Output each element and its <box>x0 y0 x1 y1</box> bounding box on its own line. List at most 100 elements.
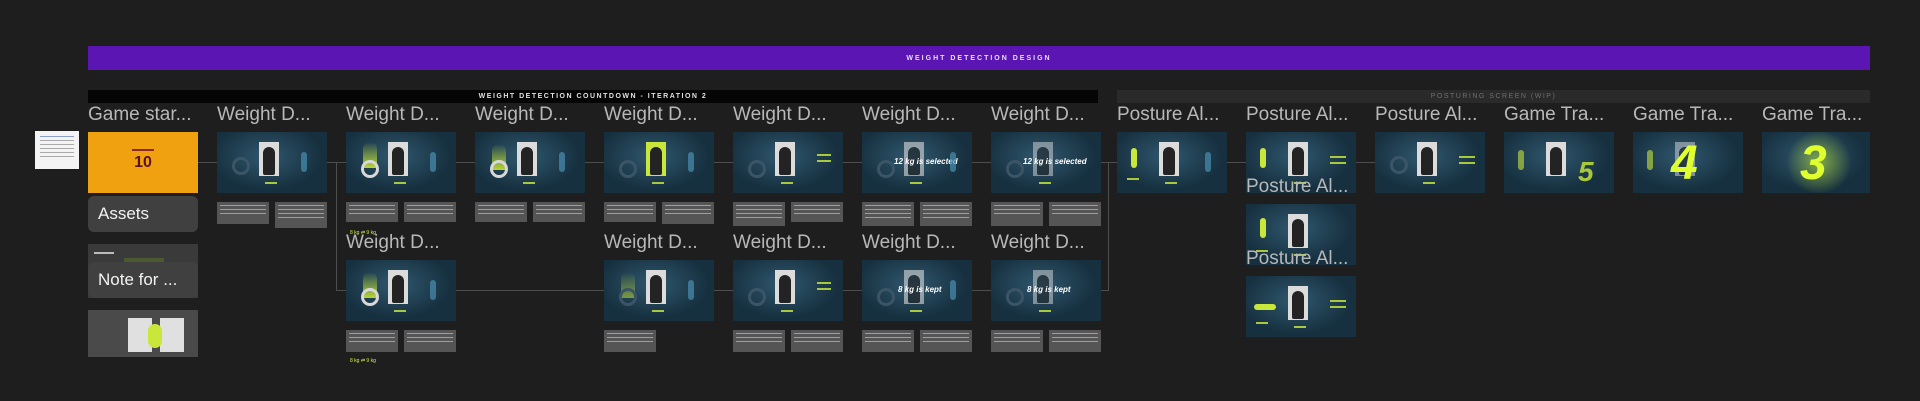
frame-label[interactable]: Weight D... <box>217 104 329 126</box>
countdown-section-header: WEIGHT DETECTION COUNTDOWN - ITERATION 2 <box>88 90 1098 103</box>
frame-label[interactable]: Weight D... <box>475 104 587 126</box>
note-card[interactable] <box>533 202 585 222</box>
frame-label[interactable]: Game Tra... <box>1762 104 1874 126</box>
note-card[interactable] <box>991 330 1043 352</box>
frame-label[interactable]: Game Tra... <box>1633 104 1745 126</box>
note-card[interactable] <box>404 202 456 222</box>
countdown-number: 5 <box>1578 156 1594 187</box>
connector <box>972 290 991 291</box>
note-card[interactable] <box>346 202 398 222</box>
frame-label[interactable]: Weight D... <box>346 232 458 254</box>
note-card[interactable] <box>862 330 914 352</box>
game-transition-frame[interactable]: 3 <box>1762 132 1870 193</box>
selection-overlay-text: 8 kg is kept <box>1027 285 1071 294</box>
connector <box>1356 162 1375 163</box>
weight-detection-frame[interactable] <box>604 132 714 193</box>
weight-detection-frame[interactable] <box>604 260 714 321</box>
note-card[interactable] <box>920 202 972 226</box>
posturing-section-title: POSTURING SCREEN (WIP) <box>1430 93 1557 100</box>
weight-detection-design-banner: WEIGHT DETECTION DESIGN <box>88 46 1870 70</box>
countdown-number: 4 <box>1671 137 1698 190</box>
connector <box>1108 162 1109 290</box>
connector <box>1101 162 1117 163</box>
connector <box>336 290 346 291</box>
weight-value: 9 kg <box>366 358 376 364</box>
note-card[interactable] <box>1049 330 1101 352</box>
frame-label[interactable]: Weight D... <box>991 232 1103 254</box>
posturing-section-header: POSTURING SCREEN (WIP) <box>1117 90 1870 103</box>
game-start-frame-label[interactable]: Game star... <box>88 104 200 126</box>
selection-overlay-text: 12 kg is selected <box>894 157 958 166</box>
countdown-number: 3 <box>1800 137 1827 190</box>
note-card[interactable] <box>404 330 456 352</box>
weight-legend: 8 kg ⇄ 9 kg <box>350 358 376 364</box>
game-start-frame[interactable]: 10 <box>88 132 198 193</box>
weight-detection-frame[interactable]: 12 kg is selected <box>862 132 972 193</box>
frame-label[interactable]: Weight D... <box>991 104 1103 126</box>
note-card[interactable] <box>920 330 972 352</box>
note-card[interactable] <box>991 202 1043 226</box>
note-preview[interactable] <box>88 310 198 357</box>
frame-label[interactable]: Weight D... <box>604 232 716 254</box>
connector <box>843 162 862 163</box>
frame-label[interactable]: Posture Al... <box>1246 104 1358 126</box>
note-card[interactable] <box>733 330 785 352</box>
weight-detection-frame[interactable] <box>733 260 843 321</box>
connector <box>972 162 991 163</box>
selection-overlay-text: 8 kg is kept <box>898 285 942 294</box>
connector <box>456 290 604 291</box>
note-card[interactable] <box>733 202 785 226</box>
posture-alignment-frame[interactable] <box>1117 132 1227 193</box>
document-thumbnail[interactable] <box>35 131 79 169</box>
weight-value: 8 kg <box>350 358 360 364</box>
connector <box>336 162 337 290</box>
posture-alignment-frame[interactable] <box>1246 276 1356 337</box>
selection-overlay-text: 12 kg is selected <box>1023 157 1087 166</box>
connector <box>714 290 733 291</box>
weight-detection-frame[interactable]: 8 kg is kept <box>862 260 972 321</box>
connector <box>714 162 733 163</box>
connector <box>843 290 862 291</box>
frame-label[interactable]: Posture Al... <box>1246 176 1358 198</box>
connector <box>198 162 217 163</box>
note-card[interactable] <box>475 202 527 222</box>
frame-label[interactable]: Posture Al... <box>1246 248 1358 270</box>
countdown-section-title: WEIGHT DETECTION COUNTDOWN - ITERATION 2 <box>478 93 708 100</box>
frame-label[interactable]: Weight D... <box>862 232 974 254</box>
weight-detection-frame[interactable] <box>217 132 327 193</box>
weight-detection-frame[interactable] <box>346 132 456 193</box>
connector <box>585 162 604 163</box>
note-card[interactable] <box>791 202 843 222</box>
game-transition-frame[interactable]: 5 <box>1504 132 1614 193</box>
frame-label[interactable]: Weight D... <box>346 104 458 126</box>
frame-label[interactable]: Weight D... <box>733 104 845 126</box>
frame-label[interactable]: Weight D... <box>862 104 974 126</box>
game-transition-frame[interactable]: 4 <box>1633 132 1743 193</box>
connector <box>456 162 475 163</box>
frame-label[interactable]: Weight D... <box>733 232 845 254</box>
note-card[interactable] <box>346 330 398 352</box>
banner-title: WEIGHT DETECTION DESIGN <box>906 54 1052 62</box>
note-card[interactable] <box>604 202 656 222</box>
weight-detection-frame[interactable]: 12 kg is selected <box>991 132 1101 193</box>
frame-label[interactable]: Weight D... <box>604 104 716 126</box>
note-for-button[interactable]: Note for ... <box>88 262 198 298</box>
assets-button[interactable]: Assets <box>88 196 198 232</box>
frame-label[interactable]: Game Tra... <box>1504 104 1616 126</box>
note-card[interactable] <box>1049 202 1101 226</box>
frame-label[interactable]: Posture Al... <box>1117 104 1229 126</box>
note-card[interactable] <box>791 330 843 352</box>
game-start-number: 10 <box>134 154 152 171</box>
frame-label[interactable]: Posture Al... <box>1375 104 1487 126</box>
weight-detection-frame[interactable] <box>475 132 585 193</box>
note-card[interactable] <box>862 202 914 226</box>
weight-detection-frame[interactable]: 8 kg is kept <box>991 260 1101 321</box>
note-card[interactable] <box>604 330 656 352</box>
weight-detection-frame[interactable] <box>733 132 843 193</box>
note-card[interactable] <box>275 202 327 228</box>
note-card[interactable] <box>662 202 714 224</box>
weight-detection-frame[interactable] <box>346 260 456 321</box>
posture-alignment-frame[interactable] <box>1375 132 1485 193</box>
connector <box>1101 290 1109 291</box>
note-card[interactable] <box>217 202 269 224</box>
